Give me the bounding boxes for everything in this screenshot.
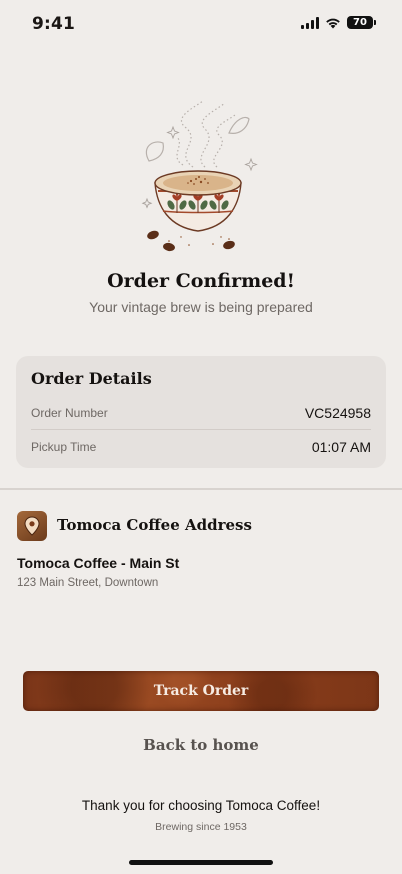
order-details-card: Order Details Order Number VC524958 Pick…: [16, 356, 386, 468]
section-divider: [0, 488, 402, 490]
pickup-time-label: Pickup Time: [31, 440, 97, 454]
signal-icon: [301, 16, 319, 29]
order-details-title: Order Details: [31, 369, 152, 388]
home-indicator[interactable]: [129, 860, 273, 865]
thank-you-message: Thank you for choosing Tomoca Coffee!: [81, 798, 321, 813]
battery-level: 70: [347, 16, 373, 29]
status-icons: 70: [301, 16, 376, 29]
pickup-time-row: Pickup Time 01:07 AM: [31, 430, 371, 464]
store-address: 123 Main Street, Downtown: [17, 577, 159, 589]
status-time: 9:41: [32, 14, 76, 34]
address-heading: Tomoca Coffee Address: [57, 516, 252, 534]
page-subtitle: Your vintage brew is being prepared: [89, 299, 313, 315]
order-number-row: Order Number VC524958: [31, 396, 371, 430]
page-title: Order Confirmed!: [107, 270, 295, 292]
order-number-label: Order Number: [31, 405, 108, 420]
order-number-value: VC524958: [304, 404, 371, 421]
brewing-since: Brewing since 1953: [155, 821, 247, 833]
status-bar: 9:41 70: [0, 0, 402, 50]
wifi-icon: [326, 18, 340, 28]
track-order-button[interactable]: Track Order: [23, 671, 379, 711]
battery-icon: 70: [347, 16, 376, 29]
location-pin-icon: [17, 511, 47, 541]
back-to-home-button[interactable]: Back to home: [0, 733, 402, 757]
pickup-time-value: 01:07 AM: [311, 439, 371, 455]
store-name: Tomoca Coffee - Main St: [17, 555, 180, 571]
coffee-cup-icon: [141, 100, 258, 252]
hero: [0, 95, 402, 260]
